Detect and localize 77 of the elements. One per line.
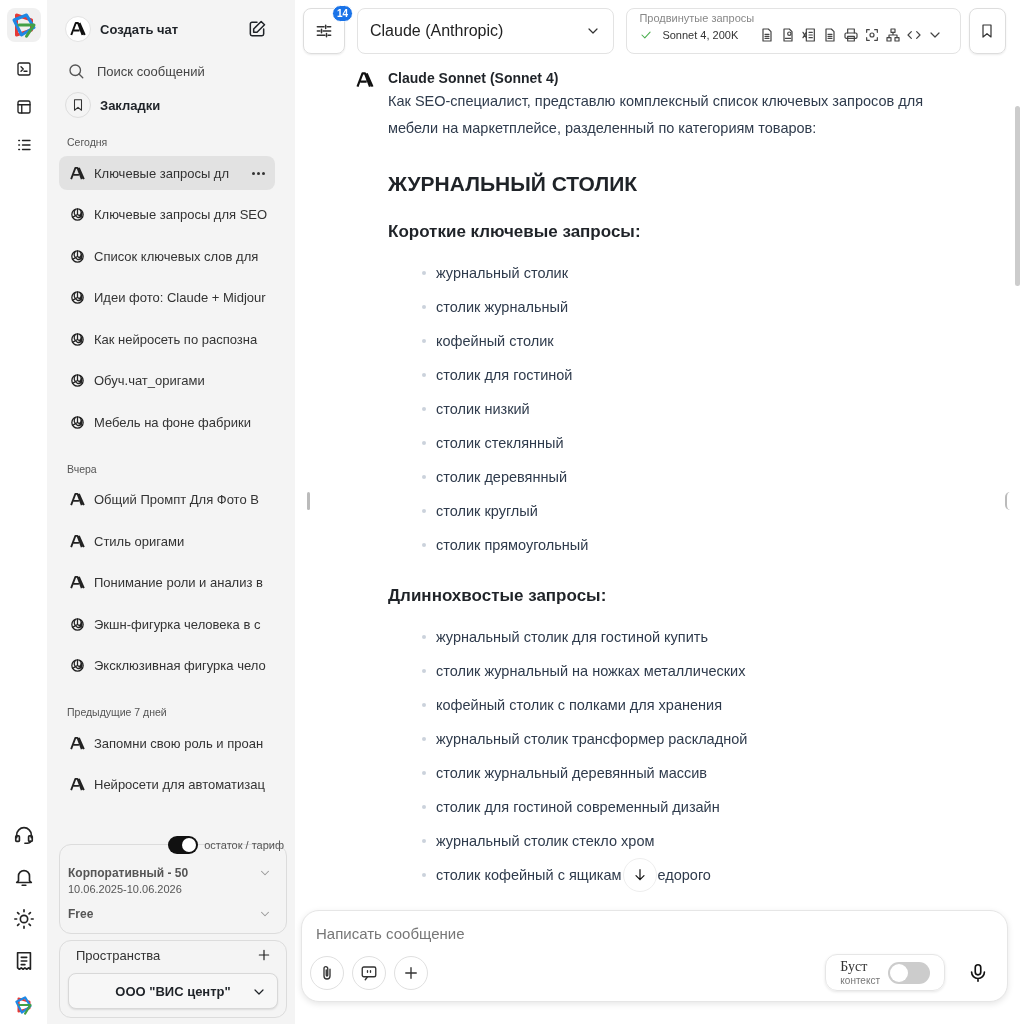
more-icon[interactable] bbox=[252, 171, 265, 175]
list-item: столик журнальный bbox=[436, 299, 569, 315]
subsection-heading: Длиннохвостые запросы: bbox=[388, 585, 608, 607]
scroll-down-button[interactable] bbox=[623, 858, 658, 892]
chat-item[interactable]: Ключевые запросы для SEO bbox=[59, 197, 275, 232]
list-item: журнальный столик трансформер раскладной bbox=[436, 731, 748, 747]
list-item: едорого bbox=[657, 867, 711, 883]
model-dropdown[interactable]: Claude (Anthropic) bbox=[357, 8, 615, 54]
list-item: столик круглый bbox=[436, 503, 538, 519]
chat-item[interactable]: Стиль оригами bbox=[59, 524, 275, 558]
chat-item[interactable]: Ключевые запросы дл bbox=[59, 156, 275, 190]
new-chat-button[interactable]: Создать чат bbox=[100, 21, 179, 37]
list-item: журнальный столик стекло хром bbox=[436, 833, 655, 849]
plus-icon[interactable] bbox=[256, 947, 272, 963]
theme-icon[interactable] bbox=[12, 908, 35, 930]
spaces-title: Пространства bbox=[76, 947, 161, 963]
switch-label: остаток / тариф bbox=[204, 839, 284, 851]
count-badge: 14 bbox=[331, 5, 353, 22]
chat-bubble-icon bbox=[360, 963, 378, 982]
spreadsheet-icon[interactable] bbox=[801, 27, 818, 43]
boost-switch[interactable] bbox=[888, 961, 930, 984]
list-item: столик прямоугольный bbox=[436, 537, 589, 553]
terminal-icon[interactable] bbox=[14, 60, 33, 78]
printer-icon[interactable] bbox=[843, 27, 860, 43]
chat-item[interactable]: Мебель на фоне фабрики bbox=[59, 405, 275, 439]
search-icon bbox=[67, 62, 85, 80]
list-item: столик для гостиной bbox=[436, 367, 573, 383]
plan-dates: 10.06.2025-10.06.2026 bbox=[68, 883, 183, 895]
list-item: столик журнальный на ножках металлических bbox=[436, 663, 746, 679]
plan-name: Корпоративный - 50 bbox=[68, 866, 189, 880]
group-title: Сегодня bbox=[66, 136, 109, 148]
model-label: Sonnet 4, 200K bbox=[662, 29, 739, 41]
chat-item[interactable]: Нейросети для автоматизац bbox=[59, 767, 275, 802]
boost-label: Буст bbox=[840, 959, 869, 975]
resize-handle[interactable] bbox=[307, 492, 310, 510]
collapse-handle[interactable] bbox=[1005, 492, 1010, 510]
balance-switch[interactable] bbox=[168, 836, 199, 854]
group-title: Вчера bbox=[66, 462, 98, 475]
author-name: Claude Sonnet (Sonnet 4) bbox=[388, 70, 560, 86]
chat-item[interactable]: Общий Промпт Для Фото В bbox=[59, 482, 275, 517]
panel-title: Продвинутые запросы bbox=[639, 12, 756, 24]
section-heading: ЖУРНАЛЬНЫЙ СТОЛИК bbox=[388, 171, 639, 197]
diagram-icon[interactable] bbox=[885, 27, 902, 43]
chat-item[interactable]: Список ключевых слов для bbox=[59, 239, 275, 273]
space-dropdown[interactable]: ООО "ВИС центр" bbox=[68, 973, 278, 1009]
list-item: журнальный столик bbox=[436, 265, 569, 281]
list-item: столик кофейный с ящикам bbox=[436, 867, 622, 883]
chat-item[interactable]: Как нейросеть по распозна bbox=[59, 322, 275, 356]
list-item: журнальный столик для гостиной купить bbox=[436, 629, 708, 645]
list-item: столик журнальный деревянный массив bbox=[436, 765, 707, 781]
boost-sublabel: контекст bbox=[840, 975, 880, 986]
table-icon[interactable] bbox=[14, 98, 33, 116]
list-item: столик стеклянный bbox=[436, 435, 564, 451]
scan-icon[interactable] bbox=[864, 27, 881, 43]
headset-icon[interactable] bbox=[12, 824, 35, 846]
list-item: столик низкий bbox=[436, 401, 530, 417]
chat-item[interactable]: Экшн-фигурка человека в с bbox=[59, 607, 275, 641]
app-logo[interactable] bbox=[6, 8, 41, 42]
chat-item[interactable]: Идеи фото: Claude + Midjour bbox=[59, 280, 275, 315]
chat-item[interactable]: Эксклюзивная фигурка чело bbox=[59, 648, 275, 683]
list-item: столик деревянный bbox=[436, 469, 567, 485]
message-text: Как SEO-специалист, представлю комплексный список ключевых запросов для мебели на маркетплейсе, разделенный по категориям товаров: bbox=[388, 92, 925, 138]
plan-name: Free bbox=[68, 907, 94, 921]
sliders-icon bbox=[314, 21, 334, 41]
edit-icon[interactable] bbox=[247, 19, 267, 39]
chat-item[interactable]: Понимание роли и анализ в bbox=[59, 565, 275, 600]
list-item: кофейный столик с полками для хранения bbox=[436, 697, 722, 713]
chat-item[interactable]: Обуч.чат_оригами bbox=[59, 363, 275, 398]
search-field[interactable]: Поиск сообщений bbox=[95, 62, 265, 80]
subsection-heading: Короткие ключевые запросы: bbox=[388, 221, 642, 243]
list-item: столик для гостиной современный дизайн bbox=[436, 799, 720, 815]
chat-item[interactable]: Запомни свою роль и проан bbox=[59, 726, 275, 760]
group-title: Предыдущие 7 дней bbox=[66, 706, 168, 718]
bookmarks-link[interactable]: Закладки bbox=[100, 97, 161, 113]
scrollbar[interactable] bbox=[1015, 106, 1020, 286]
bookmark-icon bbox=[71, 98, 85, 112]
list-item: кофейный столик bbox=[436, 333, 554, 349]
